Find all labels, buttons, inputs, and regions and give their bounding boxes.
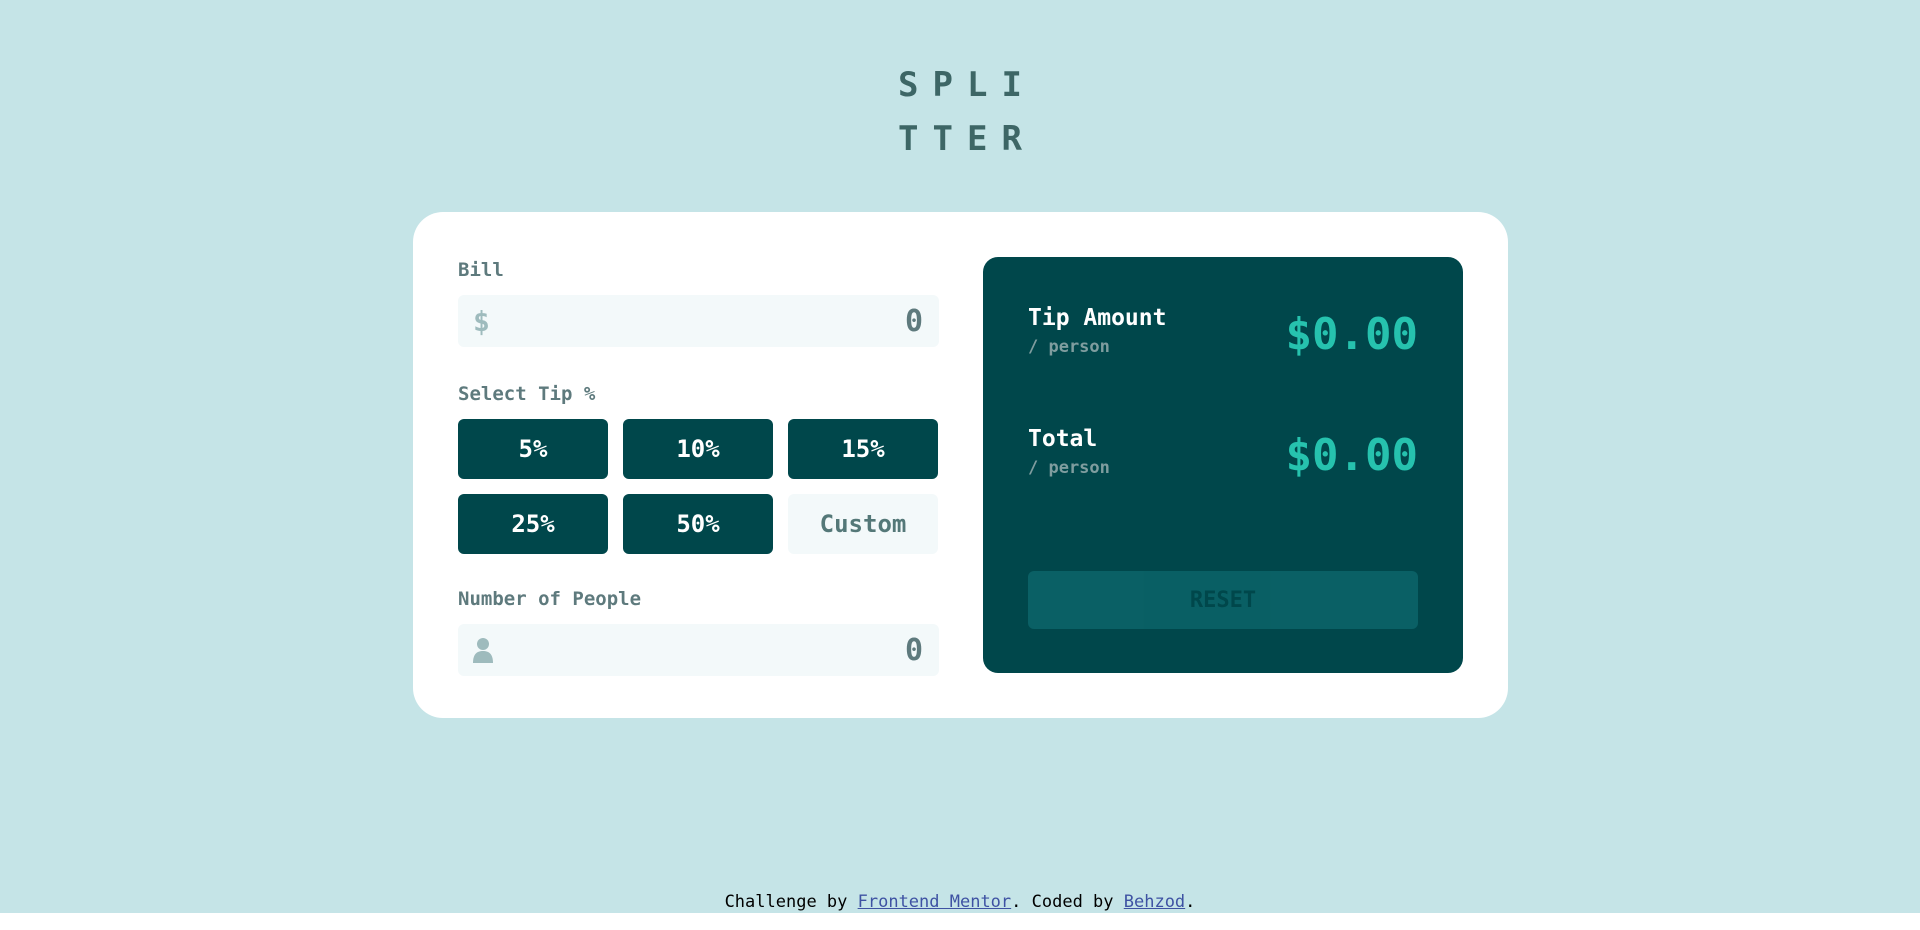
input-panel: Bill $ Select Tip % 5% 10% 15% 25% 50% C… [458,257,939,676]
tip-50-button[interactable]: 50% [623,494,773,554]
tip-5-button[interactable]: 5% [458,419,608,479]
attribution-footer: Challenge by Frontend Mentor. Coded by B… [0,892,1920,912]
bill-label: Bill [458,259,504,281]
select-tip-label: Select Tip % [458,383,596,405]
tip-amount-per-person: / person [1028,337,1110,357]
app-logo: SPLI TTER [0,58,1920,166]
tip-amount-label: Tip Amount [1028,305,1167,331]
logo-line-1: SPLI [898,65,1036,105]
total-per-person: / person [1028,458,1110,478]
tip-15-button[interactable]: 15% [788,419,938,479]
calculator-card: Bill $ Select Tip % 5% 10% 15% 25% 50% C… [413,212,1508,718]
bill-field: $ [458,295,939,347]
tip-amount-row: Tip Amount / person $0.00 [1028,305,1418,365]
total-value: $0.00 [1285,430,1418,481]
bill-input[interactable] [458,295,939,347]
frontend-mentor-link[interactable]: Frontend Mentor [858,892,1012,912]
reset-button[interactable]: RESET [1028,571,1418,629]
logo-line-2: TTER [898,119,1036,159]
people-field [458,624,939,676]
tip-25-button[interactable]: 25% [458,494,608,554]
people-label: Number of People [458,588,642,610]
author-link[interactable]: Behzod [1124,892,1185,912]
results-panel: Tip Amount / person $0.00 Total / person… [983,257,1463,673]
footer-prefix: Challenge by [724,892,858,912]
people-input[interactable] [458,624,939,676]
footer-middle: . Coded by [1011,892,1124,912]
footer-suffix: . [1185,892,1196,912]
tip-amount-value: $0.00 [1285,309,1418,360]
total-row: Total / person $0.00 [1028,426,1418,486]
tip-10-button[interactable]: 10% [623,419,773,479]
tip-options: 5% 10% 15% 25% 50% Custom [458,419,939,554]
total-label: Total [1028,426,1098,452]
custom-tip-input[interactable]: Custom [788,494,938,554]
